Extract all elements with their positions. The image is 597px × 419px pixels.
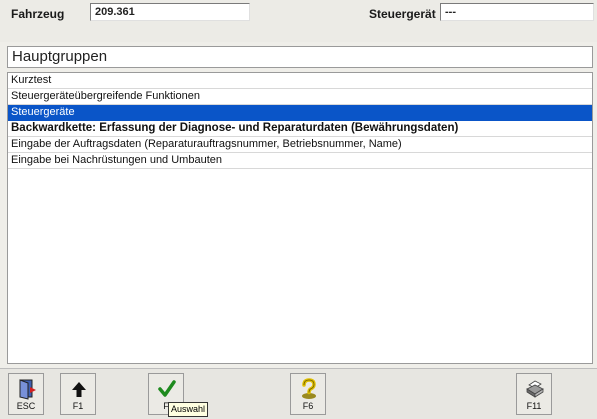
esc-button[interactable]: ESC (8, 373, 44, 415)
header-bar: Fahrzeug 209.361 Steuergerät --- (0, 0, 597, 42)
f1-label: F1 (72, 401, 84, 411)
list-item-backwardkette[interactable]: Backwardkette: Erfassung der Diagnose- u… (8, 121, 592, 137)
ecu-field[interactable]: --- (440, 3, 594, 21)
section-title: Hauptgruppen (7, 46, 593, 68)
function-key-toolbar: ESC F1 F F6 F11 (0, 368, 597, 419)
vehicle-field[interactable]: 209.361 (90, 3, 250, 21)
f6-button[interactable]: F6 (290, 373, 326, 415)
f1-button[interactable]: F1 (60, 373, 96, 415)
esc-label: ESC (16, 401, 36, 411)
tooltip: Auswahl (168, 402, 209, 417)
list-item-steuergeraete[interactable]: Steuergeräte (8, 105, 592, 121)
main-group-list: Kurztest Steuergeräteübergreifende Funkt… (7, 72, 593, 364)
printer-icon (526, 380, 544, 398)
f6-label: F6 (302, 401, 314, 411)
checkmark-icon (158, 380, 176, 397)
f11-button[interactable]: F11 (516, 373, 552, 415)
up-arrow-icon (72, 382, 86, 397)
exit-door-icon (19, 379, 36, 400)
list-item-cross-ecu-functions[interactable]: Steuergeräteübergreifende Funktionen (8, 89, 592, 105)
list-item-order-data[interactable]: Eingabe der Auftragsdaten (Reparaturauft… (8, 137, 592, 153)
ecu-label: Steuergerät (369, 7, 436, 21)
f11-label: F11 (526, 401, 542, 411)
vehicle-label: Fahrzeug (11, 7, 65, 21)
help-question-icon (302, 378, 316, 399)
list-item-kurztest[interactable]: Kurztest (8, 73, 592, 89)
list-item-retrofits[interactable]: Eingabe bei Nachrüstungen und Umbauten (8, 153, 592, 169)
